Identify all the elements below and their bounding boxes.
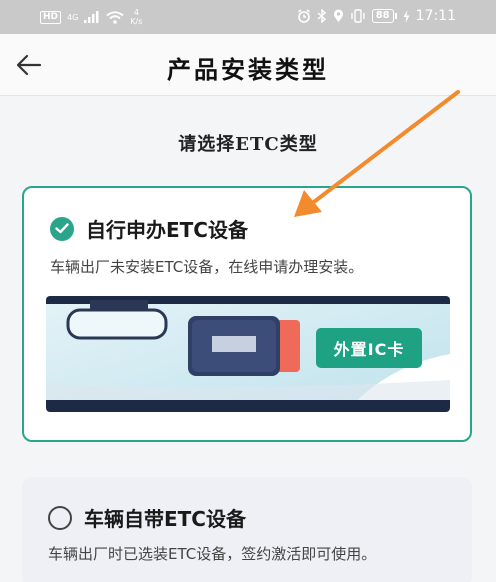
- nav-bar: 产品安装类型: [0, 34, 496, 96]
- charging-icon: [403, 9, 410, 23]
- speed-unit: K/s: [130, 17, 143, 26]
- network-speed: 4 K/s: [130, 8, 142, 26]
- option-description: 车辆出厂时已选装ETC设备，签约激活即可使用。: [48, 545, 377, 563]
- page-title: 产品安装类型: [167, 55, 329, 84]
- status-bar: HD 4G 4 K/s 88 17:11: [0, 0, 496, 34]
- option-card-built-in[interactable]: 车辆自带ETC设备 车辆出厂时已选装ETC设备，签约激活即可使用。: [22, 477, 472, 582]
- signal-icon: [84, 11, 99, 23]
- battery-level: 88: [371, 9, 394, 23]
- battery-tip: [394, 13, 397, 19]
- speed-value: 4: [133, 8, 139, 17]
- battery-indicator: 88: [371, 9, 397, 23]
- alarm-icon: [297, 9, 310, 23]
- status-right: 88 17:11: [297, 8, 456, 24]
- radio-checked-icon[interactable]: [50, 216, 74, 241]
- radio-unchecked-icon[interactable]: [48, 505, 72, 530]
- option-header: 车辆自带ETC设备: [48, 503, 246, 532]
- location-icon: [333, 9, 343, 22]
- section-prompt: 请选择ETC类型: [178, 134, 318, 155]
- hd-badge: HD: [40, 10, 62, 24]
- wifi-icon: [106, 10, 124, 24]
- option-card-self-apply[interactable]: 自行申办ETC设备 车辆出厂未安装ETC设备，在线申请办理安装。 外置IC卡: [22, 186, 472, 442]
- clock: 17:11: [415, 8, 456, 24]
- external-ic-card-tag: 外置IC卡: [316, 328, 422, 368]
- vibrate-icon: [351, 9, 365, 23]
- option-label: 车辆自带ETC设备: [84, 507, 246, 531]
- etc-device-illustration: 外置IC卡: [46, 296, 450, 412]
- status-left: HD 4G 4 K/s: [40, 8, 142, 26]
- checkmark-icon: [55, 223, 69, 234]
- option-description: 车辆出厂未安装ETC设备，在线申请办理安装。: [50, 258, 364, 276]
- option-label: 自行申办ETC设备: [86, 218, 248, 242]
- network-type: 4G: [67, 12, 79, 22]
- bluetooth-icon: [317, 9, 326, 23]
- option-header: 自行申办ETC设备: [50, 214, 248, 243]
